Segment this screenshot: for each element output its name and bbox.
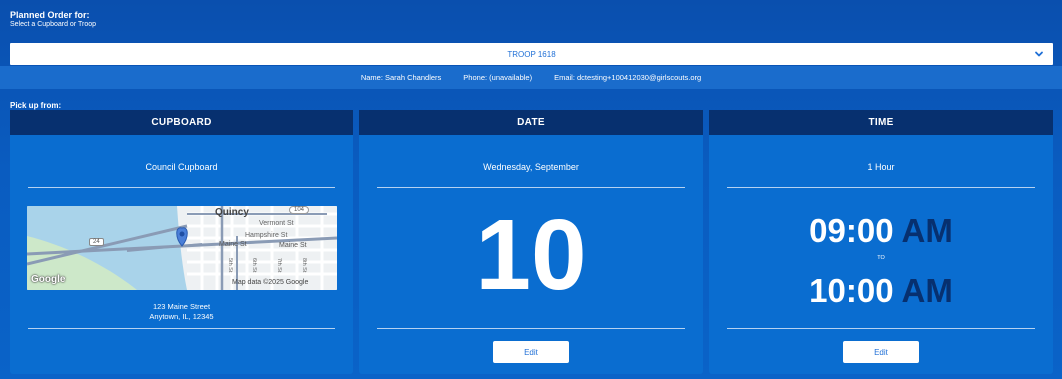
start-time-value: 09:00 — [809, 212, 894, 249]
cupboard-name: Council Cupboard — [145, 162, 218, 172]
map-street-label: Maine St — [279, 242, 307, 249]
contact-info-bar: Name: Sarah Chandlers Phone: (unavailabl… — [0, 66, 1062, 89]
end-time: 10:00 AM — [709, 274, 1053, 307]
troop-select-value: TROOP 1618 — [507, 49, 556, 59]
time-heading: TIME — [709, 110, 1053, 135]
start-time: 09:00 AM — [709, 214, 1053, 247]
time-panel: TIME 1 Hour 09:00 AM TO 10:00 AM Edit — [709, 110, 1053, 374]
divider — [727, 328, 1035, 329]
divider — [377, 187, 685, 188]
address-line-2: Anytown, IL, 12345 — [149, 312, 214, 321]
map-route-shield: 24 — [89, 238, 104, 246]
divider — [28, 328, 335, 329]
edit-date-button[interactable]: Edit — [493, 341, 569, 363]
map-avenue-label: 6th St — [251, 258, 257, 273]
divider — [727, 187, 1035, 188]
contact-name: Name: Sarah Chandlers — [360, 73, 442, 82]
troop-select[interactable]: TROOP 1618 — [10, 43, 1053, 65]
end-time-value: 10:00 — [809, 272, 894, 309]
contact-email: Email: dctesting+100412030@girlscouts.or… — [554, 73, 702, 82]
contact-phone: Phone: (unavailable) — [463, 73, 533, 82]
end-time-ampm: AM — [901, 272, 953, 309]
map-street-label: Hampshire St — [245, 232, 288, 239]
time-duration: 1 Hour — [867, 162, 895, 172]
date-weekday-month: Wednesday, September — [483, 162, 579, 172]
edit-time-button[interactable]: Edit — [843, 341, 919, 363]
address-line-1: 123 Maine Street — [152, 302, 211, 311]
pickup-label: Pick up from: — [10, 101, 62, 110]
cupboard-address: 123 Maine Street Anytown, IL, 12345 — [10, 302, 353, 322]
divider — [28, 187, 335, 188]
divider — [377, 328, 685, 329]
map-attribution: Map data ©2025 Google — [232, 279, 309, 286]
cupboard-heading: CUPBOARD — [10, 110, 353, 135]
page-title: Planned Order for: — [10, 10, 90, 20]
chevron-down-icon — [1035, 51, 1043, 57]
map-street-label: Maine St — [219, 241, 247, 248]
map-avenue-label: 8th St — [301, 258, 307, 273]
map-city-label: Quincy — [215, 207, 249, 218]
cupboard-panel: CUPBOARD Council Cupboard Quincy 104 Ver… — [10, 110, 353, 374]
start-time-ampm: AM — [901, 212, 953, 249]
date-panel: DATE Wednesday, September 10 Edit — [359, 110, 703, 374]
map-avenue-label: 7th St — [276, 258, 282, 273]
date-day-number: 10 — [475, 199, 587, 311]
google-logo: Google — [31, 274, 66, 285]
time-to-label: TO — [877, 255, 885, 261]
page-subtitle: Select a Cupboard or Troop — [10, 21, 96, 28]
map-route-shield: 104 — [289, 206, 310, 214]
map-street-label: Vermont St — [259, 220, 294, 227]
page-header: Planned Order for: Select a Cupboard or … — [10, 10, 96, 29]
date-heading: DATE — [359, 110, 703, 135]
cupboard-map[interactable]: Quincy 104 Vermont St Hampshire St Maine… — [27, 206, 337, 290]
map-avenue-label: 5th St — [227, 258, 233, 273]
